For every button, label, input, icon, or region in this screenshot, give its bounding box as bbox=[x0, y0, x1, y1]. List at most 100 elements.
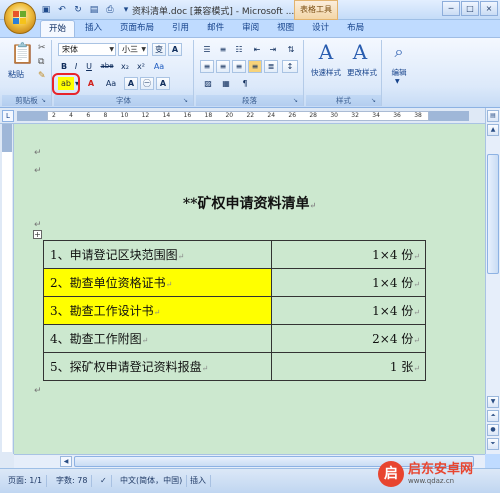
table-tools-context-tab: 表格工具 bbox=[294, 0, 338, 20]
underline-button[interactable]: U bbox=[82, 60, 96, 73]
bold-button[interactable]: B bbox=[58, 60, 70, 73]
line-spacing-icon[interactable]: ↕ bbox=[282, 60, 298, 73]
scroll-left-icon[interactable]: ◀ bbox=[60, 456, 72, 467]
table-cell-item[interactable]: 5、探矿权申请登记资料报盘↵ bbox=[42, 352, 273, 381]
binoculars-icon[interactable]: ⌕ bbox=[388, 42, 410, 62]
enclose-char-button[interactable]: ㊀ bbox=[140, 77, 154, 90]
close-button[interactable]: × bbox=[480, 1, 498, 16]
superscript-button[interactable]: x² bbox=[134, 60, 148, 73]
styles-launcher-icon[interactable]: ↘ bbox=[371, 97, 379, 105]
char-border-button[interactable]: A bbox=[156, 77, 170, 90]
proofing-icon[interactable]: ✓ bbox=[96, 475, 112, 487]
table-cell-qty[interactable]: 1×4 份↵ bbox=[271, 268, 426, 297]
paste-icon[interactable]: 📋 bbox=[10, 43, 35, 63]
tab-page-layout[interactable]: 页面布局 bbox=[112, 20, 162, 37]
new-doc-icon[interactable]: ▤ bbox=[88, 4, 100, 16]
char-shading-button[interactable]: A bbox=[124, 77, 138, 90]
strikethrough-button[interactable]: abe bbox=[98, 60, 116, 73]
quick-styles-icon[interactable]: A bbox=[314, 42, 338, 62]
tab-review[interactable]: 审阅 bbox=[234, 20, 267, 37]
paragraph-launcher-icon[interactable]: ↘ bbox=[293, 97, 301, 105]
table-cell-item[interactable]: 4、勘查工作附图↵ bbox=[42, 324, 273, 353]
qat-dropdown-icon[interactable]: ▾ bbox=[120, 4, 132, 16]
scroll-down-icon[interactable]: ▼ bbox=[487, 396, 499, 408]
show-marks-icon[interactable]: ¶ bbox=[238, 77, 252, 90]
paragraph-group-label: 段落 bbox=[196, 95, 303, 106]
editing-group: ⌕ 编辑 ▼ bbox=[384, 40, 414, 106]
multilevel-list-icon[interactable]: ☷ bbox=[232, 43, 246, 56]
previous-page-icon[interactable]: ⏶ bbox=[487, 410, 499, 422]
sort-icon[interactable]: ⇅ bbox=[284, 43, 298, 56]
table-cell-qty[interactable]: 1×4 份↵ bbox=[271, 296, 426, 325]
tab-view[interactable]: 视图 bbox=[269, 20, 302, 37]
paragraph-group: ☰ ≡ ☷ ⇤ ⇥ ⇅ ≡ ≡ ≡ ≡ ≣ ↕ ▨ ▦ ¶ 段落 ↘ bbox=[196, 40, 304, 106]
copy-icon[interactable]: ⧉ bbox=[38, 57, 44, 67]
tab-home[interactable]: 开始 bbox=[40, 20, 76, 37]
next-page-icon[interactable]: ⏷ bbox=[487, 438, 499, 450]
table-cell-qty[interactable]: 1×4 份↵ bbox=[271, 240, 426, 269]
align-right-icon[interactable]: ≡ bbox=[232, 60, 246, 73]
tab-insert[interactable]: 插入 bbox=[77, 20, 110, 37]
change-styles-icon[interactable]: A bbox=[348, 42, 372, 62]
numbering-icon[interactable]: ≡ bbox=[216, 43, 230, 56]
select-browse-object-icon[interactable]: ● bbox=[487, 424, 499, 436]
scroll-up-icon[interactable]: ▲ bbox=[487, 124, 499, 136]
borders-icon[interactable]: ▦ bbox=[218, 77, 234, 90]
clear-format-button[interactable]: A bbox=[168, 43, 182, 56]
bullets-icon[interactable]: ☰ bbox=[200, 43, 214, 56]
table-row: 2、勘查单位资格证书↵ 1×4 份↵ bbox=[42, 268, 426, 297]
word-count[interactable]: 字数: 78 bbox=[52, 475, 93, 487]
change-case-icon[interactable]: Aa bbox=[152, 60, 166, 73]
table-cell-item[interactable]: 3、勘查工作设计书↵ bbox=[42, 296, 273, 325]
cut-icon[interactable]: ✂ bbox=[38, 43, 46, 53]
align-center-icon[interactable]: ≡ bbox=[216, 60, 230, 73]
font-size-combo[interactable]: 小三 ▼ bbox=[118, 43, 148, 56]
insert-mode-indicator[interactable]: 插入 bbox=[186, 475, 211, 487]
print-preview-icon[interactable]: ⎙ bbox=[104, 4, 116, 16]
italic-button[interactable]: I bbox=[70, 60, 82, 73]
save-icon[interactable]: ▣ bbox=[40, 4, 52, 16]
language-indicator[interactable]: 中文(简体，中国) bbox=[116, 475, 188, 487]
distributed-icon[interactable]: ≣ bbox=[264, 60, 278, 73]
table-cell-qty[interactable]: 1 张↵ bbox=[271, 352, 426, 381]
document-page[interactable]: ↵ ↵ **矿权申请资料清单↵ ↵ + 1、申请登记区块范围图↵ 1×4 份↵ … bbox=[14, 124, 485, 454]
redo-icon[interactable]: ↻ bbox=[72, 4, 84, 16]
font-name-combo[interactable]: 宋体 ▼ bbox=[58, 43, 116, 56]
subscript-button[interactable]: x₂ bbox=[118, 60, 132, 73]
vertical-scroll-thumb[interactable] bbox=[487, 154, 499, 274]
increase-indent-icon[interactable]: ⇥ bbox=[266, 43, 280, 56]
decrease-indent-icon[interactable]: ⇤ bbox=[250, 43, 264, 56]
table-cell-item[interactable]: 2、勘查单位资格证书↵ bbox=[42, 268, 273, 297]
table-row: 4、勘查工作附图↵ 2×4 份↵ bbox=[42, 324, 426, 353]
table-cell-qty[interactable]: 2×4 份↵ bbox=[271, 324, 426, 353]
minimize-button[interactable]: ─ bbox=[442, 1, 460, 16]
justify-icon[interactable]: ≡ bbox=[248, 60, 262, 73]
tab-design[interactable]: 设计 bbox=[304, 20, 337, 37]
format-painter-icon[interactable]: ✎ bbox=[38, 71, 46, 81]
tab-selector-icon[interactable]: L bbox=[2, 110, 14, 122]
tab-references[interactable]: 引用 bbox=[164, 20, 197, 37]
vertical-scrollbar[interactable]: ▤ ▲ ▼ ⏶ ● ⏷ bbox=[485, 108, 500, 454]
tab-layout[interactable]: 布局 bbox=[339, 20, 372, 37]
office-button[interactable] bbox=[4, 2, 36, 34]
change-styles-label[interactable]: 更改样式 bbox=[344, 67, 380, 78]
align-left-icon[interactable]: ≡ bbox=[200, 60, 214, 73]
font-launcher-icon[interactable]: ↘ bbox=[183, 97, 191, 105]
table-cell-item[interactable]: 1、申请登记区块范围图↵ bbox=[42, 240, 273, 269]
editing-dropdown-icon[interactable]: ▼ bbox=[395, 78, 400, 85]
table-row: 1、申请登记区块范围图↵ 1×4 份↵ bbox=[42, 240, 426, 269]
undo-icon[interactable]: ↶ bbox=[56, 4, 68, 16]
font-color-button[interactable]: A bbox=[84, 77, 98, 90]
table-move-handle[interactable]: + bbox=[33, 230, 42, 239]
editing-label[interactable]: 编辑 bbox=[386, 67, 412, 78]
paste-button-label[interactable]: 粘贴 bbox=[8, 69, 24, 80]
maximize-button[interactable]: □ bbox=[461, 1, 479, 16]
shading-icon[interactable]: ▨ bbox=[200, 77, 216, 90]
page-counter[interactable]: 页面: 1/1 bbox=[4, 475, 48, 487]
clipboard-launcher-icon[interactable]: ↘ bbox=[41, 97, 49, 105]
tab-mailings[interactable]: 邮件 bbox=[199, 20, 232, 37]
grow-font-button[interactable]: Aa bbox=[102, 77, 120, 90]
quick-styles-label[interactable]: 快速样式 bbox=[308, 67, 344, 78]
phonetic-guide-button[interactable]: 变 bbox=[152, 43, 166, 56]
ruler-toggle-icon[interactable]: ▤ bbox=[487, 110, 499, 122]
